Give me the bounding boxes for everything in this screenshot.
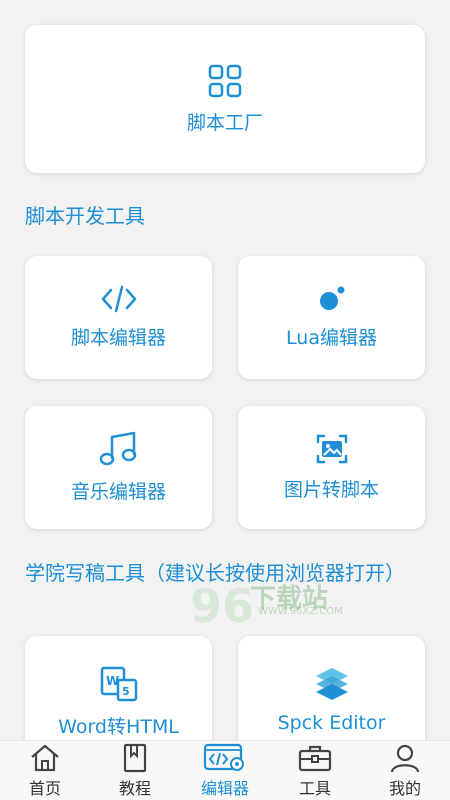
- nav-home[interactable]: 首页: [5, 743, 85, 799]
- nav-tools-label: 工具: [298, 778, 331, 798]
- nav-mine-label: 我的: [388, 778, 421, 798]
- script-factory-label: 脚本工厂: [186, 111, 263, 134]
- nav-editor-label: 编辑器: [200, 778, 249, 798]
- nav-tools[interactable]: 工具: [275, 743, 355, 799]
- bottom-navigation: 首页 教程 编辑器 工具 我的: [0, 740, 450, 800]
- script-factory-card[interactable]: 脚本工厂: [25, 25, 425, 173]
- toolbox-icon: [298, 745, 332, 771]
- spck-editor-label: Spck Editor: [277, 712, 386, 734]
- music-note-icon: [99, 431, 136, 466]
- script-editor-card[interactable]: 脚本编辑器: [25, 256, 212, 379]
- grid-icon: [208, 64, 242, 97]
- editor-icon: [203, 743, 244, 771]
- image-to-script-label: 图片转脚本: [283, 479, 379, 501]
- user-icon: [390, 744, 420, 772]
- watermark-subtext: WWW.96XZ.COM: [258, 606, 343, 617]
- nav-editor[interactable]: 编辑器: [185, 743, 265, 799]
- script-editor-label: 脚本编辑器: [70, 327, 166, 349]
- writing-tools-section-title: 学院写稿工具（建议长按使用浏览器打开）: [25, 561, 405, 585]
- image-scan-icon: [316, 434, 347, 464]
- music-editor-label: 音乐编辑器: [70, 481, 166, 503]
- svg-text:5: 5: [122, 685, 130, 698]
- word-html-icon: W 5: [100, 666, 137, 702]
- dev-tools-section-title: 脚本开发工具: [25, 204, 145, 228]
- spck-logo-icon: [315, 668, 348, 700]
- music-editor-card[interactable]: 音乐编辑器: [25, 406, 212, 529]
- nav-tutorial[interactable]: 教程: [95, 743, 175, 799]
- book-icon: [123, 743, 147, 772]
- nav-home-label: 首页: [28, 778, 61, 798]
- word-to-html-label: Word转HTML: [58, 716, 179, 738]
- nav-mine[interactable]: 我的: [365, 743, 445, 799]
- image-to-script-card[interactable]: 图片转脚本: [238, 406, 425, 529]
- lua-icon: [319, 286, 344, 310]
- lua-editor-card[interactable]: Lua编辑器: [238, 256, 425, 379]
- nav-tutorial-label: 教程: [118, 778, 151, 798]
- home-icon: [31, 744, 59, 771]
- lua-editor-label: Lua编辑器: [286, 327, 377, 349]
- svg-text:96: 96: [190, 579, 254, 633]
- code-icon: [101, 285, 136, 313]
